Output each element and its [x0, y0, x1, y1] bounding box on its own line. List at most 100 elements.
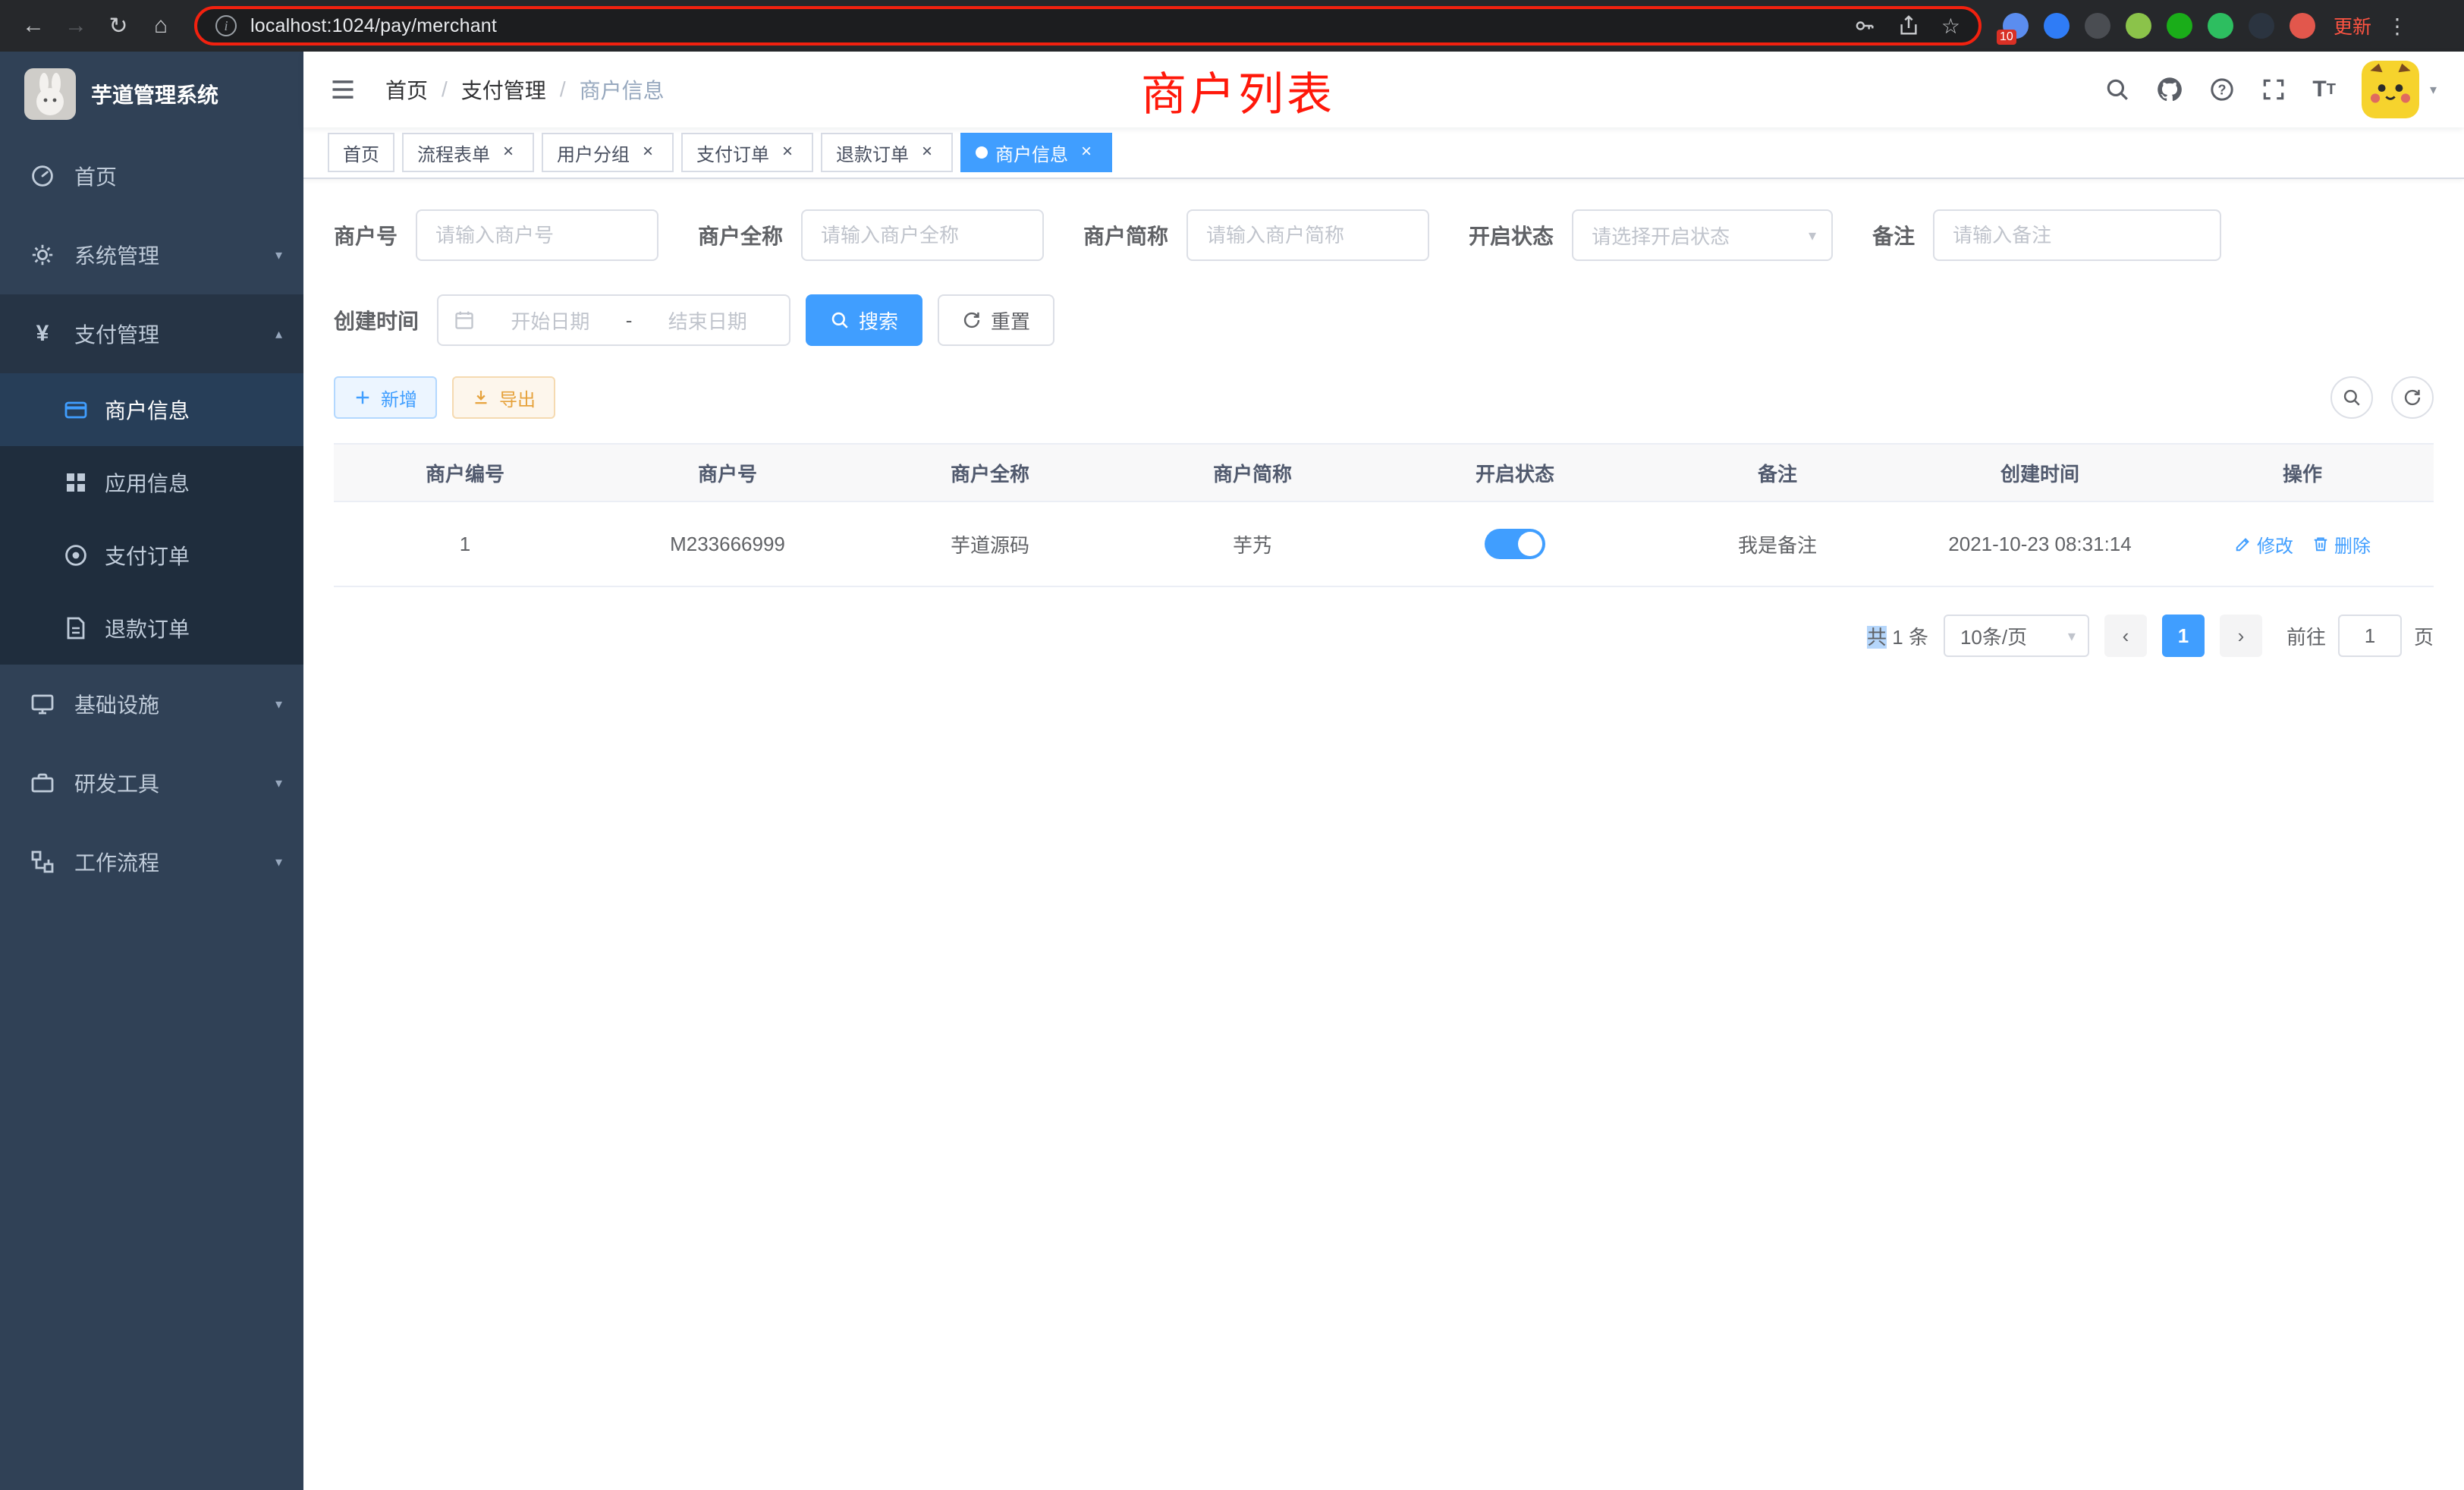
table-row: 1 M233666999 芋道源码 芋艿 我是备注 2021-10-23 08:…	[334, 502, 2434, 587]
prev-page-button[interactable]: ‹	[2104, 615, 2147, 657]
browser-profile-avatar[interactable]	[2290, 13, 2315, 39]
credit-card-icon	[64, 398, 88, 422]
chrome-update-button[interactable]: 更新	[2334, 12, 2371, 39]
forward-button[interactable]: →	[55, 5, 97, 47]
cell-merchant-no: M233666999	[596, 533, 859, 556]
merchant-no-input[interactable]	[416, 209, 658, 261]
sidebar-item-label: 退款订单	[105, 613, 190, 643]
extension-icon[interactable]	[2085, 13, 2110, 39]
address-bar[interactable]: i localhost:1024/pay/merchant ☆	[194, 6, 1982, 46]
reset-button[interactable]: 重置	[938, 294, 1054, 346]
extension-icon[interactable]	[2249, 13, 2274, 39]
user-menu[interactable]: ▾	[2362, 61, 2437, 118]
github-icon[interactable]	[2156, 76, 2183, 103]
table-header-row: 商户编号 商户号 商户全称 商户简称 开启状态 备注 创建时间 操作	[334, 445, 2434, 502]
edit-link[interactable]: 修改	[2234, 531, 2293, 558]
tab-refund-order[interactable]: 退款订单 ×	[821, 133, 953, 172]
app-logo[interactable]: 芋道管理系统	[0, 52, 303, 137]
breadcrumb-item[interactable]: 支付管理	[461, 74, 546, 105]
tab-close-icon[interactable]: ×	[777, 142, 798, 163]
extension-icon[interactable]	[2167, 13, 2192, 39]
export-button-label: 导出	[499, 385, 536, 411]
extension-icon[interactable]	[2208, 13, 2233, 39]
extension-icon[interactable]	[2126, 13, 2151, 39]
top-navbar: 首页 / 支付管理 / 商户信息 ?	[303, 52, 2464, 127]
reload-button[interactable]: ↻	[97, 5, 140, 47]
sidebar-item-label: 基础设施	[74, 689, 159, 719]
page-number-1[interactable]: 1	[2162, 615, 2205, 657]
page-size-select[interactable]: 10条/页 ▾	[1944, 615, 2089, 657]
status-toggle-on[interactable]	[1485, 529, 1545, 559]
sidebar-item-dev-tools[interactable]: 研发工具 ▾	[0, 743, 303, 822]
site-info-icon[interactable]: i	[215, 15, 237, 36]
sidebar-item-system[interactable]: 系统管理 ▾	[0, 215, 303, 294]
breadcrumb-separator: /	[442, 77, 448, 102]
document-icon	[64, 616, 88, 640]
table-tools	[2330, 376, 2434, 419]
breadcrumb-item[interactable]: 首页	[385, 74, 428, 105]
date-range-picker[interactable]: 开始日期 - 结束日期	[437, 294, 790, 346]
tab-close-icon[interactable]: ×	[1076, 142, 1097, 163]
page-size-value: 10条/页	[1960, 622, 2059, 650]
refresh-button[interactable]	[2391, 376, 2434, 419]
delete-link[interactable]: 删除	[2312, 531, 2371, 558]
tab-close-icon[interactable]: ×	[916, 142, 938, 163]
tab-pay-order[interactable]: 支付订单 ×	[681, 133, 813, 172]
sidebar-item-infrastructure[interactable]: 基础设施 ▾	[0, 665, 303, 743]
export-button[interactable]: 导出	[452, 376, 555, 419]
help-icon[interactable]: ?	[2209, 77, 2235, 102]
tab-user-group[interactable]: 用户分组 ×	[542, 133, 674, 172]
pagination: 共 1 条 10条/页 ▾ ‹ 1 › 前往 页	[334, 615, 2434, 657]
hamburger-icon[interactable]	[325, 71, 361, 108]
sidebar-item-payment[interactable]: ¥ 支付管理 ▴	[0, 294, 303, 373]
back-button[interactable]: ←	[12, 5, 55, 47]
password-key-icon[interactable]	[1853, 14, 1876, 37]
share-icon[interactable]	[1897, 14, 1920, 37]
tab-label: 退款订单	[836, 140, 909, 166]
short-name-input[interactable]	[1186, 209, 1429, 261]
navbar-tools: ? TT ▾	[2104, 61, 2437, 118]
browser-menu-icon[interactable]: ⋮	[2387, 14, 2408, 39]
column-header: 商户号	[596, 459, 859, 487]
tab-process-form[interactable]: 流程表单 ×	[402, 133, 534, 172]
edit-link-label: 修改	[2257, 531, 2293, 558]
extensions-row: 10	[2003, 13, 2315, 39]
full-name-input[interactable]	[801, 209, 1044, 261]
extension-icon[interactable]: 10	[2003, 13, 2029, 39]
bookmark-star-icon[interactable]: ☆	[1941, 14, 1960, 39]
reset-button-label: 重置	[991, 306, 1030, 335]
filter-label: 商户全称	[698, 220, 783, 250]
sidebar-item-pay-order[interactable]: 支付订单	[0, 519, 303, 592]
next-page-button[interactable]: ›	[2220, 615, 2262, 657]
sidebar-item-refund-order[interactable]: 退款订单	[0, 592, 303, 665]
toggle-search-button[interactable]	[2330, 376, 2373, 419]
tab-close-icon[interactable]: ×	[637, 142, 658, 163]
cell-actions: 修改 删除	[2171, 531, 2434, 558]
sidebar-item-merchant-info[interactable]: 商户信息	[0, 373, 303, 446]
font-size-icon[interactable]: TT	[2312, 77, 2336, 102]
tab-home[interactable]: 首页	[328, 133, 394, 172]
fullscreen-icon[interactable]	[2261, 77, 2286, 102]
yen-icon: ¥	[30, 321, 55, 347]
extension-icon[interactable]	[2044, 13, 2070, 39]
date-end-placeholder[interactable]: 结束日期	[641, 306, 774, 335]
sidebar-item-app-info[interactable]: 应用信息	[0, 446, 303, 519]
sidebar-item-workflow[interactable]: 工作流程 ▾	[0, 822, 303, 901]
remark-input[interactable]	[1933, 209, 2221, 261]
date-start-placeholder[interactable]: 开始日期	[484, 306, 617, 335]
status-select[interactable]: 请选择开启状态 ▾	[1572, 209, 1833, 261]
search-icon[interactable]	[2104, 77, 2130, 102]
add-button[interactable]: 新增	[334, 376, 437, 419]
tab-merchant-info[interactable]: 商户信息 ×	[960, 133, 1112, 172]
tab-close-icon[interactable]: ×	[498, 142, 519, 163]
cell-merchant-id: 1	[334, 533, 596, 556]
search-button[interactable]: 搜索	[806, 294, 922, 346]
table-toolbar: 新增 导出	[334, 376, 2434, 419]
tab-label: 流程表单	[417, 140, 490, 166]
home-button[interactable]: ⌂	[140, 5, 182, 47]
sidebar-item-home[interactable]: 首页	[0, 137, 303, 215]
breadcrumb: 首页 / 支付管理 / 商户信息	[385, 74, 665, 105]
sidebar-item-label: 系统管理	[74, 240, 159, 270]
goto-page-input[interactable]	[2338, 615, 2402, 657]
pagination-total-count: 1	[1892, 626, 1903, 649]
